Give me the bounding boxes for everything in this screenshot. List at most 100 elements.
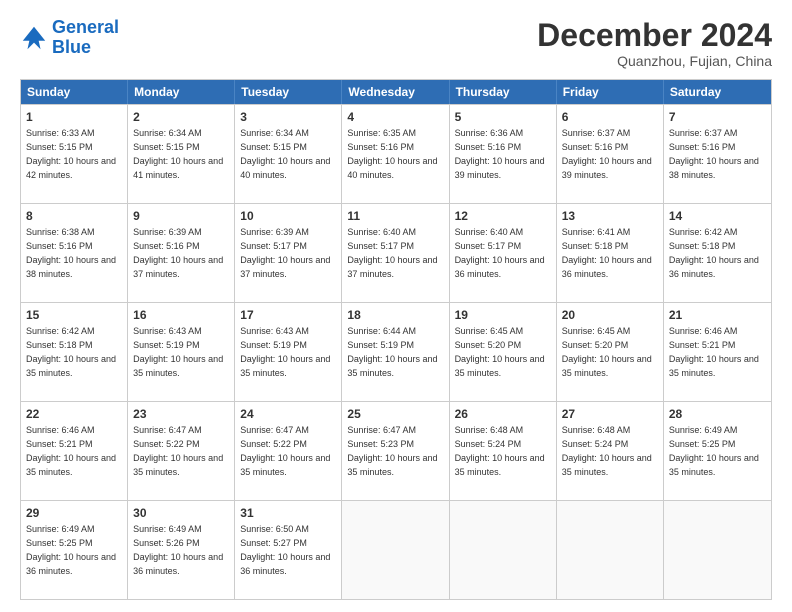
- calendar-cell: 7 Sunrise: 6:37 AMSunset: 5:16 PMDayligh…: [664, 105, 771, 203]
- calendar-cell: 4 Sunrise: 6:35 AMSunset: 5:16 PMDayligh…: [342, 105, 449, 203]
- cell-info: Sunrise: 6:41 AMSunset: 5:18 PMDaylight:…: [562, 227, 652, 278]
- calendar-cell: 11 Sunrise: 6:40 AMSunset: 5:17 PMDaylig…: [342, 204, 449, 302]
- day-number: 21: [669, 307, 766, 323]
- day-number: 23: [133, 406, 229, 422]
- calendar-cell: 9 Sunrise: 6:39 AMSunset: 5:16 PMDayligh…: [128, 204, 235, 302]
- day-number: 11: [347, 208, 443, 224]
- cell-info: Sunrise: 6:39 AMSunset: 5:16 PMDaylight:…: [133, 227, 223, 278]
- cell-info: Sunrise: 6:49 AMSunset: 5:26 PMDaylight:…: [133, 524, 223, 575]
- cell-info: Sunrise: 6:43 AMSunset: 5:19 PMDaylight:…: [240, 326, 330, 377]
- day-number: 12: [455, 208, 551, 224]
- calendar-cell: 25 Sunrise: 6:47 AMSunset: 5:23 PMDaylig…: [342, 402, 449, 500]
- day-number: 24: [240, 406, 336, 422]
- calendar-cell: 14 Sunrise: 6:42 AMSunset: 5:18 PMDaylig…: [664, 204, 771, 302]
- calendar-cell: 16 Sunrise: 6:43 AMSunset: 5:19 PMDaylig…: [128, 303, 235, 401]
- cell-info: Sunrise: 6:49 AMSunset: 5:25 PMDaylight:…: [669, 425, 759, 476]
- day-number: 25: [347, 406, 443, 422]
- cell-info: Sunrise: 6:37 AMSunset: 5:16 PMDaylight:…: [562, 128, 652, 179]
- calendar-week-4: 22 Sunrise: 6:46 AMSunset: 5:21 PMDaylig…: [21, 401, 771, 500]
- calendar-cell: [342, 501, 449, 599]
- day-number: 31: [240, 505, 336, 521]
- cell-info: Sunrise: 6:33 AMSunset: 5:15 PMDaylight:…: [26, 128, 116, 179]
- calendar-cell: 8 Sunrise: 6:38 AMSunset: 5:16 PMDayligh…: [21, 204, 128, 302]
- calendar-cell: [664, 501, 771, 599]
- cell-info: Sunrise: 6:43 AMSunset: 5:19 PMDaylight:…: [133, 326, 223, 377]
- calendar-week-3: 15 Sunrise: 6:42 AMSunset: 5:18 PMDaylig…: [21, 302, 771, 401]
- calendar-cell: 30 Sunrise: 6:49 AMSunset: 5:26 PMDaylig…: [128, 501, 235, 599]
- header-tuesday: Tuesday: [235, 80, 342, 104]
- cell-info: Sunrise: 6:49 AMSunset: 5:25 PMDaylight:…: [26, 524, 116, 575]
- title-block: December 2024 Quanzhou, Fujian, China: [537, 18, 772, 69]
- calendar-cell: [450, 501, 557, 599]
- calendar-cell: 29 Sunrise: 6:49 AMSunset: 5:25 PMDaylig…: [21, 501, 128, 599]
- cell-info: Sunrise: 6:42 AMSunset: 5:18 PMDaylight:…: [669, 227, 759, 278]
- cell-info: Sunrise: 6:45 AMSunset: 5:20 PMDaylight:…: [455, 326, 545, 377]
- day-number: 26: [455, 406, 551, 422]
- cell-info: Sunrise: 6:47 AMSunset: 5:22 PMDaylight:…: [240, 425, 330, 476]
- cell-info: Sunrise: 6:40 AMSunset: 5:17 PMDaylight:…: [455, 227, 545, 278]
- cell-info: Sunrise: 6:38 AMSunset: 5:16 PMDaylight:…: [26, 227, 116, 278]
- calendar-week-5: 29 Sunrise: 6:49 AMSunset: 5:25 PMDaylig…: [21, 500, 771, 599]
- day-number: 6: [562, 109, 658, 125]
- calendar-cell: 24 Sunrise: 6:47 AMSunset: 5:22 PMDaylig…: [235, 402, 342, 500]
- day-number: 19: [455, 307, 551, 323]
- cell-info: Sunrise: 6:48 AMSunset: 5:24 PMDaylight:…: [562, 425, 652, 476]
- calendar-week-1: 1 Sunrise: 6:33 AMSunset: 5:15 PMDayligh…: [21, 104, 771, 203]
- day-number: 3: [240, 109, 336, 125]
- cell-info: Sunrise: 6:34 AMSunset: 5:15 PMDaylight:…: [133, 128, 223, 179]
- day-number: 8: [26, 208, 122, 224]
- header-thursday: Thursday: [450, 80, 557, 104]
- calendar-cell: 13 Sunrise: 6:41 AMSunset: 5:18 PMDaylig…: [557, 204, 664, 302]
- calendar-cell: 23 Sunrise: 6:47 AMSunset: 5:22 PMDaylig…: [128, 402, 235, 500]
- cell-info: Sunrise: 6:37 AMSunset: 5:16 PMDaylight:…: [669, 128, 759, 179]
- calendar-cell: 2 Sunrise: 6:34 AMSunset: 5:15 PMDayligh…: [128, 105, 235, 203]
- header-saturday: Saturday: [664, 80, 771, 104]
- calendar-cell: 26 Sunrise: 6:48 AMSunset: 5:24 PMDaylig…: [450, 402, 557, 500]
- calendar-cell: 27 Sunrise: 6:48 AMSunset: 5:24 PMDaylig…: [557, 402, 664, 500]
- cell-info: Sunrise: 6:48 AMSunset: 5:24 PMDaylight:…: [455, 425, 545, 476]
- day-number: 20: [562, 307, 658, 323]
- day-number: 4: [347, 109, 443, 125]
- cell-info: Sunrise: 6:46 AMSunset: 5:21 PMDaylight:…: [26, 425, 116, 476]
- cell-info: Sunrise: 6:35 AMSunset: 5:16 PMDaylight:…: [347, 128, 437, 179]
- calendar-cell: 6 Sunrise: 6:37 AMSunset: 5:16 PMDayligh…: [557, 105, 664, 203]
- day-number: 13: [562, 208, 658, 224]
- logo: General Blue: [20, 18, 119, 58]
- calendar-cell: 28 Sunrise: 6:49 AMSunset: 5:25 PMDaylig…: [664, 402, 771, 500]
- calendar-cell: 12 Sunrise: 6:40 AMSunset: 5:17 PMDaylig…: [450, 204, 557, 302]
- calendar-body: 1 Sunrise: 6:33 AMSunset: 5:15 PMDayligh…: [21, 104, 771, 599]
- calendar-cell: 31 Sunrise: 6:50 AMSunset: 5:27 PMDaylig…: [235, 501, 342, 599]
- cell-info: Sunrise: 6:34 AMSunset: 5:15 PMDaylight:…: [240, 128, 330, 179]
- cell-info: Sunrise: 6:42 AMSunset: 5:18 PMDaylight:…: [26, 326, 116, 377]
- calendar-week-2: 8 Sunrise: 6:38 AMSunset: 5:16 PMDayligh…: [21, 203, 771, 302]
- cell-info: Sunrise: 6:47 AMSunset: 5:22 PMDaylight:…: [133, 425, 223, 476]
- calendar-cell: 10 Sunrise: 6:39 AMSunset: 5:17 PMDaylig…: [235, 204, 342, 302]
- calendar-cell: 17 Sunrise: 6:43 AMSunset: 5:19 PMDaylig…: [235, 303, 342, 401]
- calendar-cell: 19 Sunrise: 6:45 AMSunset: 5:20 PMDaylig…: [450, 303, 557, 401]
- calendar-cell: 15 Sunrise: 6:42 AMSunset: 5:18 PMDaylig…: [21, 303, 128, 401]
- calendar-cell: 3 Sunrise: 6:34 AMSunset: 5:15 PMDayligh…: [235, 105, 342, 203]
- cell-info: Sunrise: 6:45 AMSunset: 5:20 PMDaylight:…: [562, 326, 652, 377]
- day-number: 28: [669, 406, 766, 422]
- cell-info: Sunrise: 6:39 AMSunset: 5:17 PMDaylight:…: [240, 227, 330, 278]
- day-number: 9: [133, 208, 229, 224]
- month-title: December 2024: [537, 18, 772, 53]
- page: General Blue December 2024 Quanzhou, Fuj…: [0, 0, 792, 612]
- day-number: 16: [133, 307, 229, 323]
- calendar-cell: 18 Sunrise: 6:44 AMSunset: 5:19 PMDaylig…: [342, 303, 449, 401]
- cell-info: Sunrise: 6:44 AMSunset: 5:19 PMDaylight:…: [347, 326, 437, 377]
- day-number: 27: [562, 406, 658, 422]
- calendar-cell: [557, 501, 664, 599]
- day-number: 29: [26, 505, 122, 521]
- location-subtitle: Quanzhou, Fujian, China: [537, 53, 772, 69]
- day-number: 5: [455, 109, 551, 125]
- header-sunday: Sunday: [21, 80, 128, 104]
- day-number: 15: [26, 307, 122, 323]
- day-number: 14: [669, 208, 766, 224]
- day-number: 2: [133, 109, 229, 125]
- day-number: 17: [240, 307, 336, 323]
- header-wednesday: Wednesday: [342, 80, 449, 104]
- day-number: 22: [26, 406, 122, 422]
- cell-info: Sunrise: 6:50 AMSunset: 5:27 PMDaylight:…: [240, 524, 330, 575]
- calendar-cell: 5 Sunrise: 6:36 AMSunset: 5:16 PMDayligh…: [450, 105, 557, 203]
